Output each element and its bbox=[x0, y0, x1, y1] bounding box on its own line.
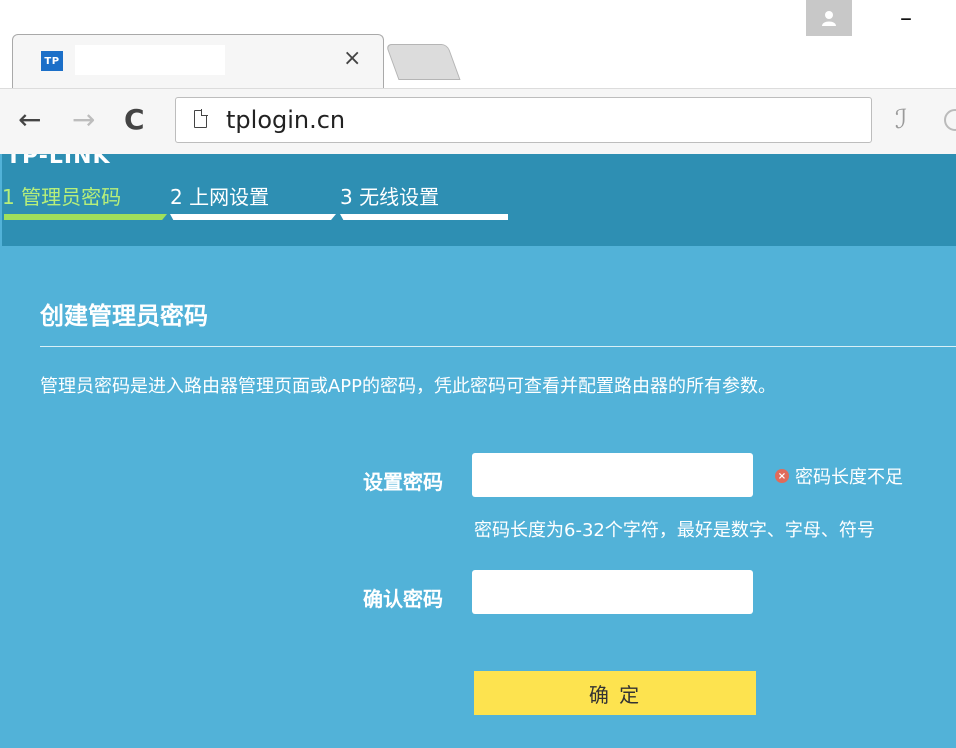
confirm-password-label: 确认密码 bbox=[363, 587, 443, 611]
reload-button[interactable]: C bbox=[124, 103, 145, 137]
tp-favicon-icon: TP bbox=[41, 51, 63, 71]
set-password-input[interactable] bbox=[472, 453, 753, 497]
brand-logo: TP-LINK bbox=[6, 154, 111, 168]
close-tab-icon[interactable]: × bbox=[343, 47, 361, 71]
page-icon bbox=[194, 109, 208, 128]
step-internet-settings[interactable]: 2 上网设置 bbox=[170, 181, 269, 210]
browser-toolbar: ← → C tplogin.cn ℐ bbox=[0, 88, 956, 154]
step-wireless-settings[interactable]: 3 无线设置 bbox=[340, 181, 439, 210]
user-icon bbox=[822, 11, 836, 26]
title-divider bbox=[40, 346, 956, 347]
url-text[interactable]: tplogin.cn bbox=[226, 106, 345, 134]
password-error: × 密码长度不足 bbox=[775, 463, 903, 489]
step-progress-3 bbox=[340, 214, 508, 220]
new-tab-button[interactable] bbox=[385, 44, 461, 80]
chrome-menu-icon[interactable] bbox=[944, 109, 956, 131]
extension-icon[interactable]: ℐ bbox=[895, 105, 907, 135]
minimize-button[interactable]: – bbox=[900, 4, 912, 32]
confirm-password-input[interactable] bbox=[472, 570, 753, 614]
wizard-header bbox=[2, 154, 956, 246]
browser-tab[interactable]: TP × bbox=[12, 34, 384, 89]
page-title: 创建管理员密码 bbox=[40, 302, 208, 330]
back-button[interactable]: ← bbox=[18, 103, 41, 137]
profile-button[interactable] bbox=[806, 0, 852, 36]
step-progress-active bbox=[4, 214, 167, 220]
forward-button[interactable]: → bbox=[72, 103, 95, 137]
confirm-button[interactable]: 确 定 bbox=[474, 671, 756, 715]
address-bar[interactable]: tplogin.cn bbox=[175, 97, 872, 143]
set-password-label: 设置密码 bbox=[363, 470, 443, 494]
step-admin-password[interactable]: 1 管理员密码 bbox=[2, 181, 121, 210]
tab-strip: TP × – bbox=[0, 0, 956, 89]
step-progress-2 bbox=[170, 214, 336, 220]
tab-title bbox=[75, 45, 225, 75]
error-message: 密码长度不足 bbox=[795, 467, 903, 488]
error-icon: × bbox=[775, 469, 789, 483]
